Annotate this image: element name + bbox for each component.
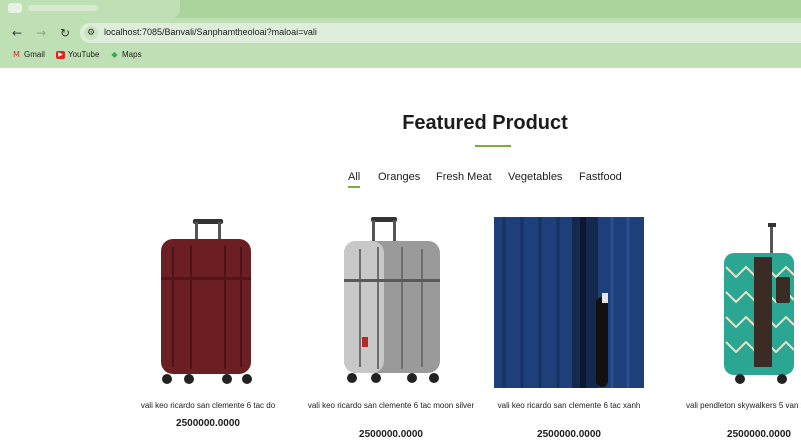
product-name[interactable]: vali pendleton skywalkers 5 van xanh <box>684 400 801 411</box>
bookmark-label: YouTube <box>68 50 100 59</box>
product-image-suitcase-silver[interactable] <box>316 217 466 388</box>
product-price: 2500000.0000 <box>359 429 423 440</box>
navigation-bar: ← → ↻ ⚙ localhost:7085/Banvali/Sanphamth… <box>0 22 801 44</box>
bookmarks-bar: M Gmail ▶ YouTube ◆ Maps <box>0 48 801 64</box>
product-name[interactable]: vali keo ricardo san clemente 6 tac do <box>113 400 303 411</box>
bookmark-youtube[interactable]: ▶ YouTube <box>56 50 99 59</box>
page-title: Featured Product <box>402 112 568 134</box>
product-price: 2500000.0000 <box>176 418 240 429</box>
product-price: 2500000.0000 <box>727 429 791 440</box>
product-name[interactable]: vali keo ricardo san clemente 6 tac xanh <box>484 400 654 411</box>
tab-strip <box>0 0 801 18</box>
youtube-icon: ▶ <box>56 50 65 59</box>
filter-fresh-meat[interactable]: Fresh Meat <box>436 171 492 183</box>
filter-tabs: All Oranges Fresh Meat Vegetables Fastfo… <box>0 171 801 191</box>
browser-chrome: ← → ↻ ⚙ localhost:7085/Banvali/Sanphamth… <box>0 0 801 68</box>
product-price: 2500000.0000 <box>537 429 601 440</box>
url-text: localhost:7085/Banvali/Sanphamtheoloai?m… <box>104 27 317 37</box>
gmail-icon: M <box>13 49 20 59</box>
bookmark-label: Maps <box>122 50 142 59</box>
maps-icon: ◆ <box>111 49 118 59</box>
section-heading: Featured Product <box>385 112 585 135</box>
product-image-suitcase-red[interactable] <box>133 217 283 388</box>
tab-title-placeholder <box>28 5 98 11</box>
site-info-icon[interactable]: ⚙ <box>84 26 98 40</box>
bookmark-gmail[interactable]: M Gmail <box>12 50 45 59</box>
address-bar[interactable]: ⚙ localhost:7085/Banvali/Sanphamtheoloai… <box>80 23 801 43</box>
product-card[interactable]: vali pendleton skywalkers 5 van xanh 250… <box>684 217 801 443</box>
product-image-suitcase-teal[interactable] <box>684 217 801 388</box>
back-icon[interactable]: ← <box>8 24 26 42</box>
reload-icon[interactable]: ↻ <box>56 24 74 42</box>
product-name[interactable]: vali keo ricardo san clemente 6 tac moon… <box>306 400 476 411</box>
browser-tab[interactable] <box>0 0 180 18</box>
bookmark-label: Gmail <box>24 50 45 59</box>
product-image-suitcase-blue[interactable] <box>494 217 644 388</box>
filter-oranges[interactable]: Oranges <box>378 171 420 183</box>
bookmark-maps[interactable]: ◆ Maps <box>110 49 142 59</box>
heading-underline <box>475 145 511 147</box>
filter-vegetables[interactable]: Vegetables <box>508 171 562 183</box>
filter-all[interactable]: All <box>348 171 361 188</box>
tab-favicon-icon <box>8 3 22 13</box>
forward-icon[interactable]: → <box>32 24 50 42</box>
filter-fastfood[interactable]: Fastfood <box>579 171 622 183</box>
